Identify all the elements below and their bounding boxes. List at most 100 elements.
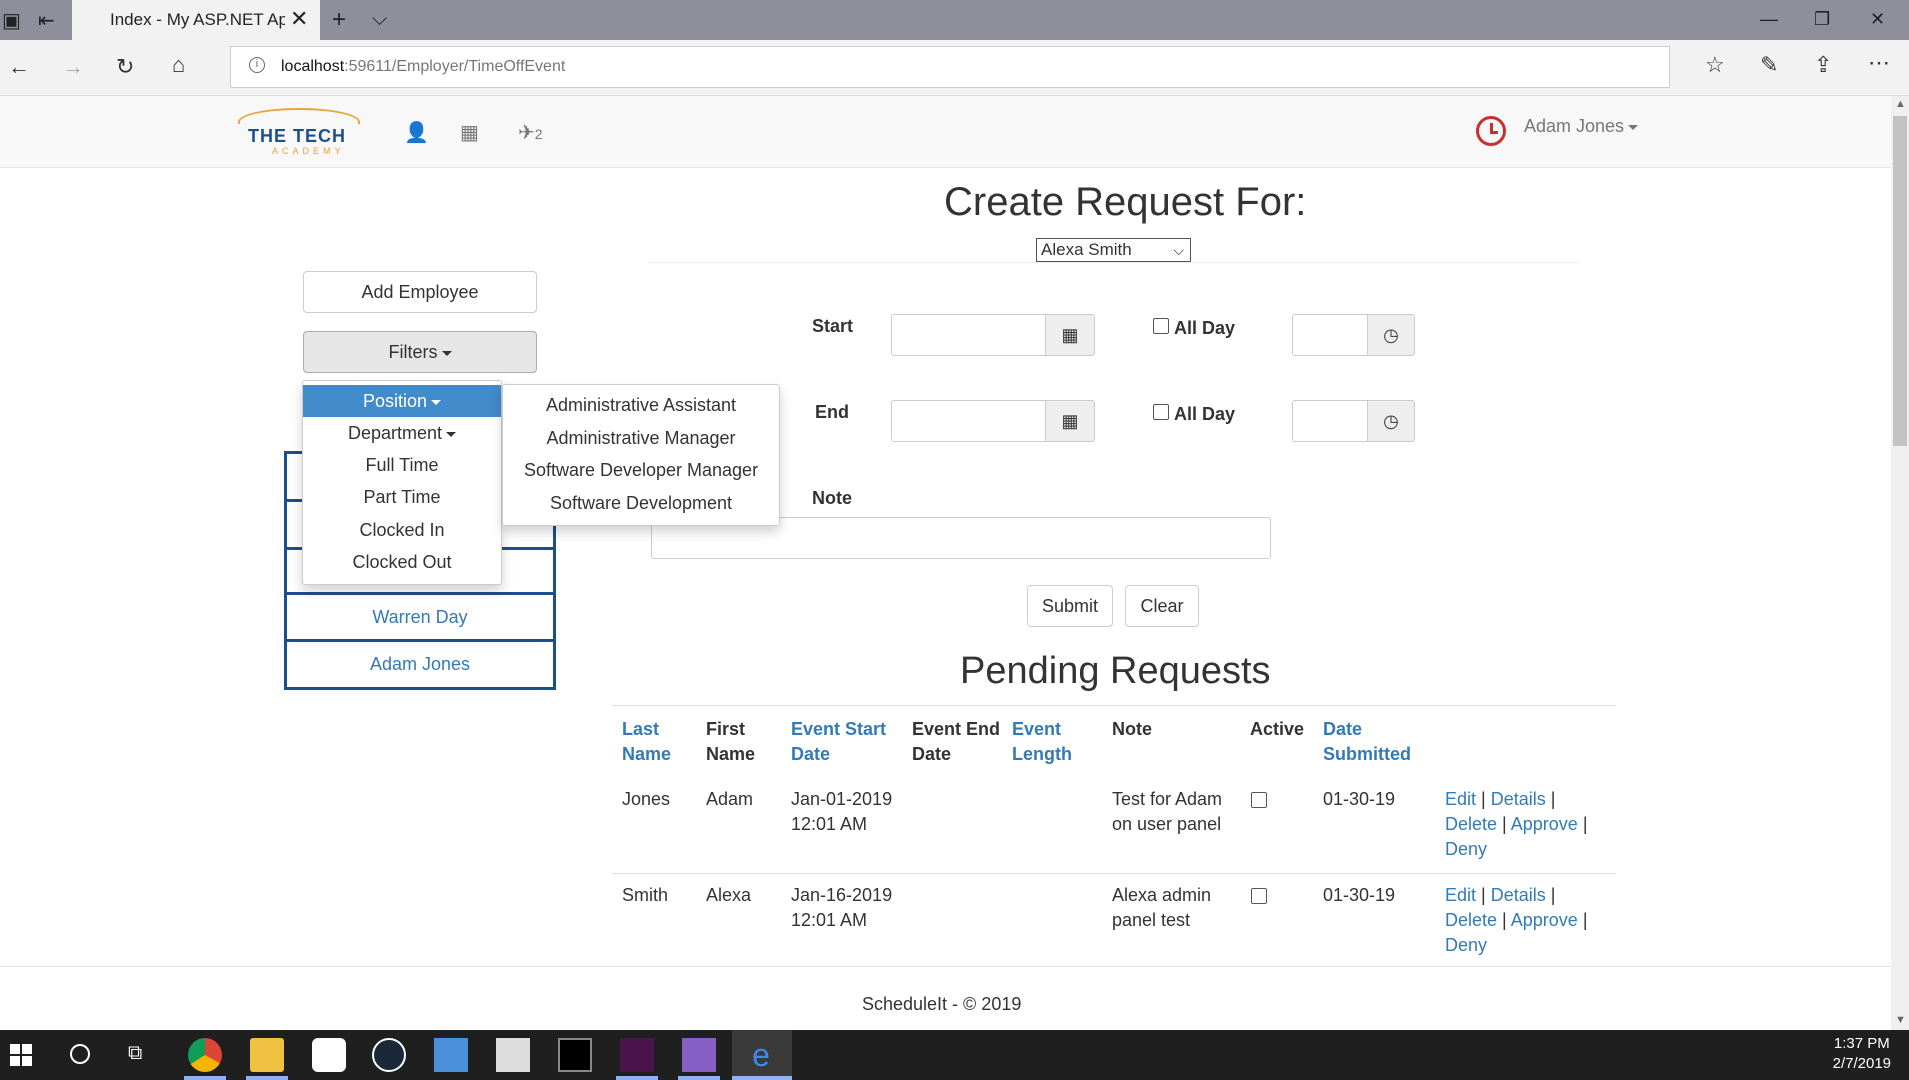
file-explorer-icon[interactable] [250,1038,284,1072]
employee-item[interactable]: Warren Day [284,592,556,642]
deny-link[interactable]: Deny [1445,935,1487,955]
share-icon[interactable]: ⇪ [1814,52,1832,78]
details-link[interactable]: Details [1491,789,1546,809]
calendar-icon[interactable]: ▦ [460,120,479,145]
clear-button[interactable]: Clear [1125,585,1199,627]
edit-link[interactable]: Edit [1445,789,1476,809]
search-icon[interactable] [70,1044,90,1064]
row-actions: Edit | Details | [1445,883,1555,908]
filter-item-full-time[interactable]: Full Time [303,449,501,481]
submit-button[interactable]: Submit [1027,585,1113,627]
contacts-icon[interactable] [434,1038,468,1072]
tab-dropdown-icon[interactable]: ⌵ [372,8,387,31]
chevron-down-icon [441,350,452,356]
position-item[interactable]: Administrative Assistant [503,389,779,421]
steam-icon[interactable] [372,1038,406,1072]
plane-icon[interactable]: ✈2 [518,120,543,145]
vertical-scrollbar[interactable]: ▲ ▼ [1891,96,1909,1030]
header-date-submitted[interactable]: Date Submitted [1323,717,1423,767]
end-all-day-label: All Day [1174,404,1236,424]
deny-link[interactable]: Deny [1445,839,1487,859]
calendar-picker-icon[interactable]: ▦ [1045,400,1095,442]
site-logo[interactable]: THE TECH ACADEMY [238,108,360,156]
scrollbar-thumb[interactable] [1893,116,1907,446]
action-separator: | [1550,885,1556,905]
calendar-picker-icon[interactable]: ▦ [1045,314,1095,356]
start-all-day-checkbox[interactable] [1153,318,1169,334]
filter-item-part-time[interactable]: Part Time [303,481,501,513]
time-picker-icon[interactable]: ◷ [1367,314,1415,356]
tab-close-icon[interactable]: ✕ [290,6,308,32]
windows-start-icon[interactable] [10,1044,32,1066]
employee-select[interactable]: Alexa Smith ⌵ [1036,238,1191,262]
pen-icon[interactable]: ✎ [1760,52,1778,78]
window-close-icon[interactable]: ✕ [1870,9,1885,30]
details-link[interactable]: Details [1491,885,1546,905]
header-event-end: Event End Date [912,719,1001,764]
clock-alert-icon[interactable] [1476,116,1506,146]
edit-link[interactable]: Edit [1445,885,1476,905]
add-employee-button[interactable]: Add Employee [303,271,537,313]
action-separator: | [1582,814,1588,834]
header-event-length[interactable]: Event Length [1012,717,1092,767]
url-field[interactable]: i localhost:59611/Employer/TimeOffEvent [230,46,1670,88]
back-icon[interactable]: ← [8,54,30,80]
calculator-icon[interactable] [496,1038,530,1072]
set-aside-tabs-icon[interactable]: ⇤ [38,8,55,33]
user-menu[interactable]: Adam Jones [1524,116,1639,137]
oculus-icon[interactable] [312,1038,346,1072]
browser-tab[interactable]: Index - My ASP.NET Ap ✕ [72,0,320,40]
position-item[interactable]: Software Development [503,487,779,519]
position-item[interactable]: Software Developer Manager [503,454,779,486]
divider [612,873,1615,874]
minimize-icon[interactable]: — [1760,9,1778,30]
filters-button[interactable]: Filters [303,331,537,373]
start-date-input[interactable] [891,314,1046,356]
terminal-icon[interactable] [558,1038,592,1072]
header-last-name[interactable]: Last Name [622,717,692,767]
forward-icon[interactable]: → [62,54,84,80]
employee-item[interactable]: Adam Jones [284,642,556,690]
approve-link[interactable]: Approve [1511,910,1578,930]
scroll-down-icon[interactable]: ▼ [1895,1014,1906,1026]
filter-item-clocked-out[interactable]: Clocked Out [303,546,501,578]
tab-list-icon[interactable]: ▣ [2,8,21,33]
position-item[interactable]: Administrative Manager [503,422,779,454]
scroll-up-icon[interactable]: ▲ [1895,98,1906,110]
header-event-start[interactable]: Event Start Date [791,717,901,767]
end-time-input[interactable] [1292,400,1368,442]
restore-icon[interactable]: ❐ [1814,9,1830,30]
visual-studio-icon[interactable] [682,1038,716,1072]
chevron-down-icon: ⌵ [1173,242,1184,258]
delete-link[interactable]: Delete [1445,814,1497,834]
running-indicator [246,1076,288,1080]
approve-link[interactable]: Approve [1511,814,1578,834]
more-icon[interactable]: ⋯ [1868,50,1890,76]
new-tab-icon[interactable]: + [332,6,346,34]
filter-item-department[interactable]: Department [303,417,501,449]
home-icon[interactable]: ⌂ [172,52,185,78]
slack-icon[interactable] [620,1038,654,1072]
site-info-icon[interactable]: i [249,57,265,73]
filter-item-position[interactable]: Position [303,385,501,417]
refresh-icon[interactable]: ↻ [116,54,134,80]
active-checkbox[interactable] [1251,888,1267,904]
end-label: End [815,402,849,422]
logo-brand-subtext: ACADEMY [272,146,345,156]
end-all-day-checkbox[interactable] [1153,404,1169,420]
action-separator: | [1481,789,1486,809]
chrome-icon[interactable] [188,1038,222,1072]
edge-icon[interactable]: e [744,1038,778,1072]
filter-item-clocked-in[interactable]: Clocked In [303,514,501,546]
favorites-icon[interactable]: ☆ [1705,52,1725,78]
end-date-input[interactable] [891,400,1046,442]
system-clock[interactable]: 1:37 PM 2/7/2019 [1833,1034,1891,1074]
row-actions: Delete | Approve | [1445,812,1588,837]
employee-name: Warren Day [372,607,468,627]
active-checkbox[interactable] [1251,792,1267,808]
start-time-input[interactable] [1292,314,1368,356]
task-view-icon[interactable]: ⧉ [128,1042,142,1065]
delete-link[interactable]: Delete [1445,910,1497,930]
user-icon[interactable]: 👤 [404,120,429,145]
time-picker-icon[interactable]: ◷ [1367,400,1415,442]
